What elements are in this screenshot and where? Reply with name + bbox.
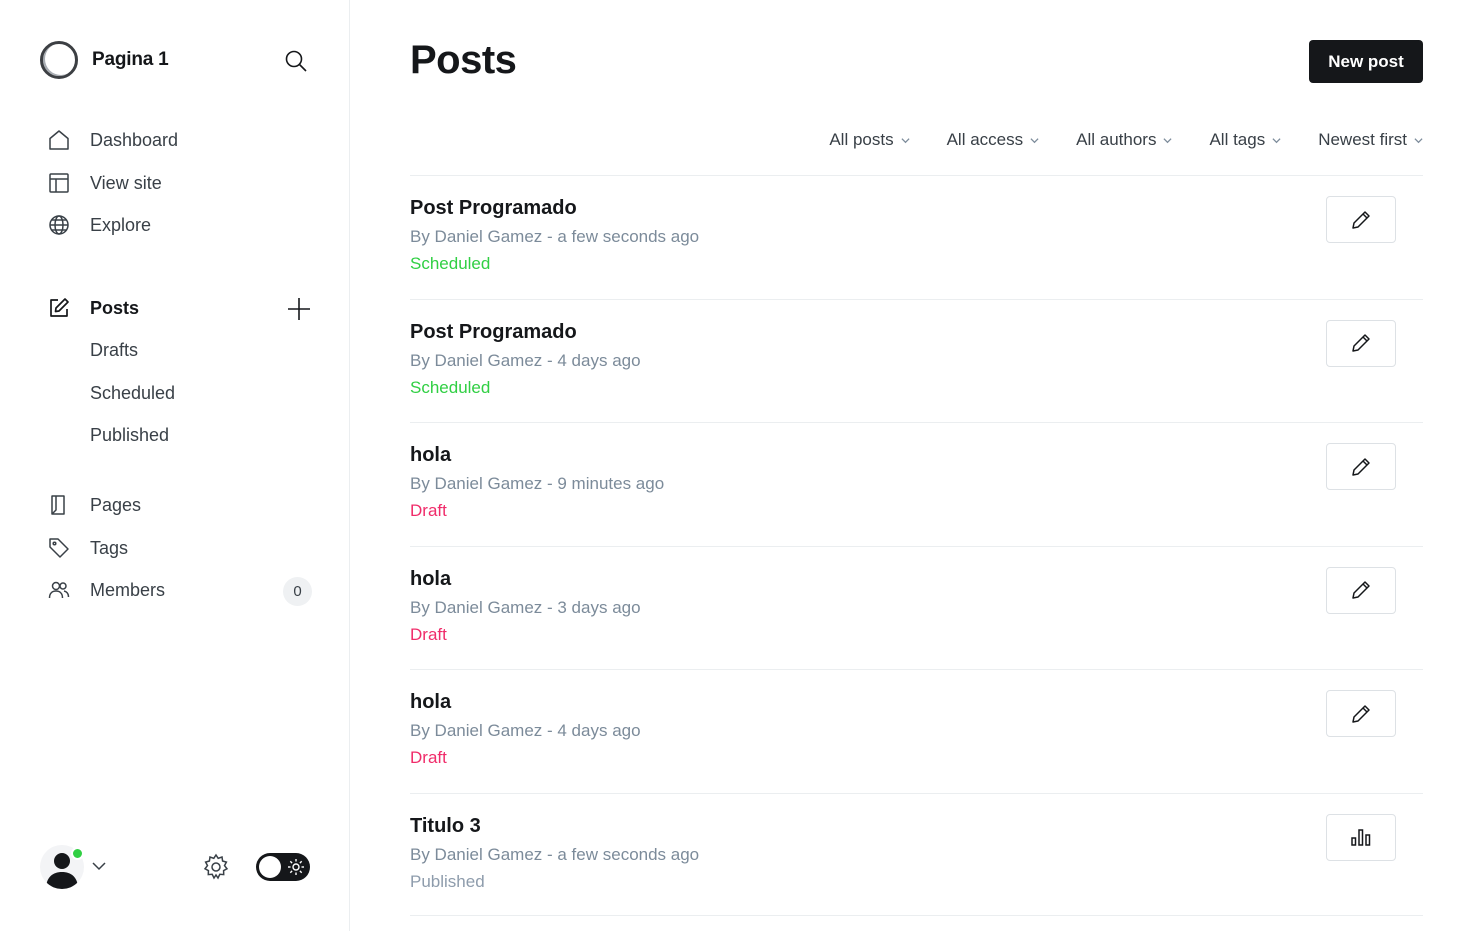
nav-view-site-label: View site	[90, 172, 162, 193]
post-meta: By Daniel Gamez - 3 days ago	[410, 597, 641, 617]
search-button[interactable]	[280, 45, 312, 77]
pencil-icon	[1352, 581, 1370, 599]
nav-tags-label: Tags	[90, 537, 129, 558]
nav-explore-label: Explore	[90, 214, 152, 235]
page-icon	[40, 494, 76, 516]
plus-icon	[288, 298, 310, 320]
globe-icon	[40, 214, 76, 236]
post-title[interactable]: hola	[410, 691, 451, 714]
post-status: Draft	[410, 501, 447, 520]
post-list: Post Programado By Daniel Gamez - a few …	[410, 175, 1423, 916]
nav-scheduled[interactable]: Scheduled	[90, 377, 175, 409]
post-row[interactable]: Titulo 3 By Daniel Gamez - a few seconds…	[410, 792, 1423, 916]
post-meta: By Daniel Gamez - a few seconds ago	[410, 844, 700, 864]
search-icon	[285, 50, 307, 72]
post-status: Published	[410, 871, 485, 891]
pencil-icon	[1352, 334, 1370, 352]
post-title[interactable]: Post Programado	[410, 321, 577, 344]
chevron-down-icon	[1163, 137, 1172, 143]
nav-published[interactable]: Published	[90, 419, 169, 451]
post-meta: By Daniel Gamez - 4 days ago	[410, 350, 641, 370]
chevron-down-icon	[901, 137, 910, 143]
edit-post-button[interactable]	[1326, 690, 1396, 737]
chevron-down-icon	[1030, 137, 1039, 143]
new-post-button[interactable]: New post	[1309, 40, 1423, 83]
nav-posts[interactable]: Posts	[40, 290, 320, 326]
filter-tag-label: All tags	[1209, 130, 1266, 149]
members-icon	[40, 579, 76, 601]
nav-members-label: Members	[90, 579, 166, 600]
home-icon	[40, 129, 76, 151]
post-row[interactable]: hola By Daniel Gamez - 9 minutes ago Dra…	[410, 422, 1423, 546]
settings-button[interactable]	[202, 853, 230, 881]
filter-access-label: All access	[946, 130, 1024, 149]
bar-chart-icon	[1351, 829, 1371, 846]
filter-author[interactable]: All authors	[1076, 130, 1172, 150]
chevron-down-icon	[92, 862, 106, 871]
filter-author-label: All authors	[1076, 130, 1157, 149]
online-status-dot	[71, 847, 84, 860]
post-title[interactable]: hola	[410, 444, 451, 467]
edit-post-button[interactable]	[1326, 443, 1396, 490]
nav-tags[interactable]: Tags	[40, 530, 320, 566]
post-status: Scheduled	[410, 377, 491, 397]
nav-explore[interactable]: Explore	[40, 207, 320, 243]
post-status: Scheduled	[410, 254, 491, 273]
post-status: Draft	[410, 624, 447, 644]
site-name: Pagina 1	[92, 49, 169, 70]
post-analytics-button[interactable]	[1326, 813, 1396, 861]
nav-dashboard-label: Dashboard	[90, 129, 179, 150]
nav-members[interactable]: Members	[40, 572, 320, 608]
post-row[interactable]: hola By Daniel Gamez - 3 days ago Draft	[410, 545, 1423, 670]
chevron-down-icon	[1272, 137, 1281, 143]
add-post-button[interactable]	[284, 294, 314, 324]
gear-icon	[203, 853, 229, 880]
post-row[interactable]: Post Programado By Daniel Gamez - a few …	[410, 175, 1423, 299]
page-title: Posts	[410, 38, 517, 82]
filter-access[interactable]: All access	[947, 130, 1040, 150]
filter-bar: All posts All access All authors All tag…	[792, 126, 1423, 154]
user-menu-toggle[interactable]	[91, 858, 107, 879]
nav-dashboard[interactable]: Dashboard	[40, 122, 320, 158]
theme-toggle[interactable]	[256, 853, 310, 881]
pencil-icon	[1352, 457, 1370, 476]
sidebar: Pagina 1 Dashboard View site Explore Pos…	[0, 0, 350, 931]
post-title[interactable]: hola	[410, 568, 451, 591]
filter-type[interactable]: All posts	[829, 130, 910, 150]
pencil-icon	[1352, 704, 1370, 723]
post-meta: By Daniel Gamez - 4 days ago	[410, 721, 641, 740]
nav-posts-label: Posts	[90, 297, 140, 318]
nav-view-site[interactable]: View site	[40, 165, 320, 201]
sun-icon	[288, 859, 304, 875]
site-brand[interactable]: Pagina 1	[40, 40, 169, 80]
post-title[interactable]: Post Programado	[410, 197, 577, 220]
edit-post-button[interactable]	[1326, 196, 1396, 243]
edit-post-button[interactable]	[1326, 319, 1396, 367]
filter-sort[interactable]: Newest first	[1318, 130, 1423, 150]
filter-type-label: All posts	[829, 130, 894, 149]
post-row[interactable]: Post Programado By Daniel Gamez - 4 days…	[410, 298, 1423, 423]
layout-icon	[40, 172, 76, 194]
tag-icon	[40, 537, 76, 559]
post-title[interactable]: Titulo 3	[410, 815, 481, 838]
nav-drafts[interactable]: Drafts	[90, 334, 138, 366]
filter-tag[interactable]: All tags	[1209, 130, 1281, 150]
toggle-knob	[259, 856, 281, 878]
post-status: Draft	[410, 748, 447, 767]
members-count-badge: 0	[283, 577, 312, 606]
post-row[interactable]: hola By Daniel Gamez - 4 days ago Draft	[410, 669, 1423, 793]
post-meta: By Daniel Gamez - a few seconds ago	[410, 227, 700, 246]
nav-pages[interactable]: Pages	[40, 487, 320, 523]
chevron-down-icon	[1414, 137, 1423, 143]
site-logo	[40, 41, 78, 79]
post-meta: By Daniel Gamez - 9 minutes ago	[410, 474, 665, 493]
edit-post-icon	[40, 297, 76, 319]
nav-pages-label: Pages	[90, 494, 142, 515]
edit-post-button[interactable]	[1326, 566, 1396, 614]
filter-sort-label: Newest first	[1318, 130, 1407, 149]
pencil-icon	[1352, 210, 1370, 229]
